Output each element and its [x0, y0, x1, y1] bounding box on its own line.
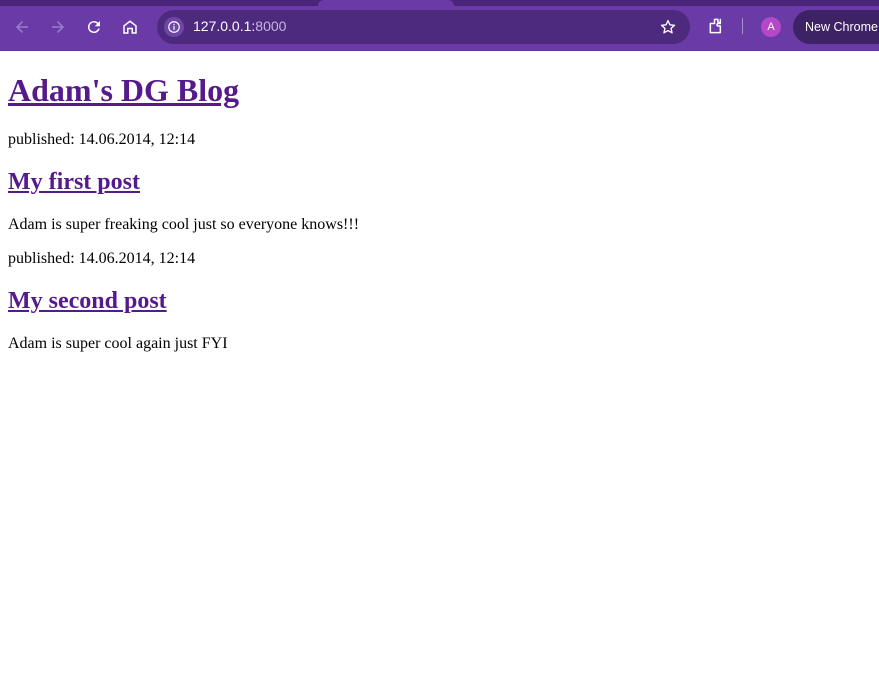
post-2-title-link[interactable]: My second post	[8, 288, 167, 314]
active-tab[interactable]	[318, 0, 454, 6]
site-info-icon[interactable]	[164, 17, 184, 37]
back-arrow-icon	[16, 21, 28, 33]
profile-avatar[interactable]: A	[761, 17, 781, 37]
post-2-text: Adam is super cool again just FYI	[8, 335, 228, 352]
forward-button[interactable]	[46, 15, 70, 39]
bookmark-star-icon[interactable]	[658, 17, 678, 37]
tab-strip	[0, 0, 879, 6]
reload-icon	[87, 21, 100, 34]
forward-arrow-icon	[52, 21, 64, 33]
new-chrome-button[interactable]: New Chrome a	[793, 10, 879, 44]
blog-title-heading: Adam's DG Blog	[8, 72, 239, 109]
url-host: 127.0.0.1:	[193, 18, 256, 34]
reload-button[interactable]	[82, 15, 106, 39]
home-button[interactable]	[118, 15, 142, 39]
post-2-heading: My second post	[8, 287, 167, 315]
extensions-icon[interactable]	[706, 15, 728, 37]
back-button[interactable]	[10, 15, 34, 39]
post-2-published: published: 14.06.2014, 12:14	[8, 250, 196, 267]
url-port: 8000	[255, 18, 287, 34]
post-1-title-link[interactable]: My first post	[8, 169, 140, 195]
post-1-text: Adam is super freaking cool just so ever…	[8, 216, 360, 233]
url-text[interactable]: 127.0.0.1:8000	[193, 18, 286, 34]
toolbar-divider	[742, 18, 743, 34]
home-icon	[123, 20, 137, 34]
post-1-published: published: 14.06.2014, 12:14	[8, 131, 196, 148]
post-1-heading: My first post	[8, 168, 140, 196]
address-bar[interactable]: 127.0.0.1:8000	[157, 10, 690, 44]
browser-toolbar: 127.0.0.1:8000 A New Chrome a	[0, 0, 879, 51]
blog-title-link[interactable]: Adam's DG Blog	[8, 72, 239, 108]
